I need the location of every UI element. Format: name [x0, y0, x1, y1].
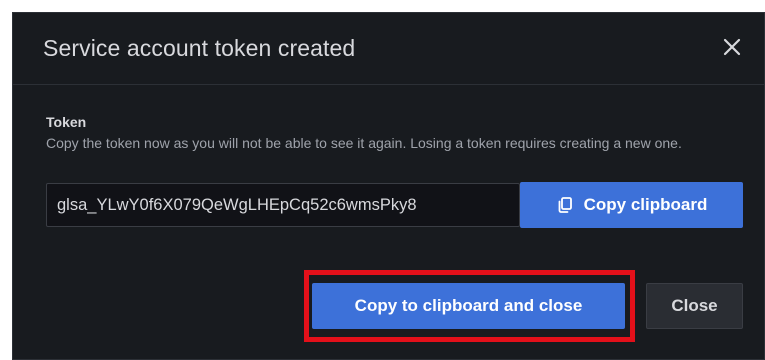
- copy-icon: [556, 196, 574, 214]
- close-button[interactable]: Close: [646, 283, 743, 329]
- copy-clipboard-label: Copy clipboard: [583, 195, 708, 214]
- dialog-title: Service account token created: [43, 35, 356, 61]
- token-input[interactable]: [46, 183, 520, 227]
- copy-clipboard-button[interactable]: Copy clipboard: [520, 182, 743, 228]
- dialog-header: Service account token created: [13, 13, 764, 85]
- copy-to-clipboard-and-close-button[interactable]: Copy to clipboard and close: [312, 283, 625, 329]
- token-description: Copy the token now as you will not be ab…: [46, 135, 682, 151]
- close-icon[interactable]: [720, 35, 744, 59]
- token-label: Token: [46, 114, 87, 130]
- service-account-token-dialog: Service account token created Token Copy…: [12, 12, 765, 360]
